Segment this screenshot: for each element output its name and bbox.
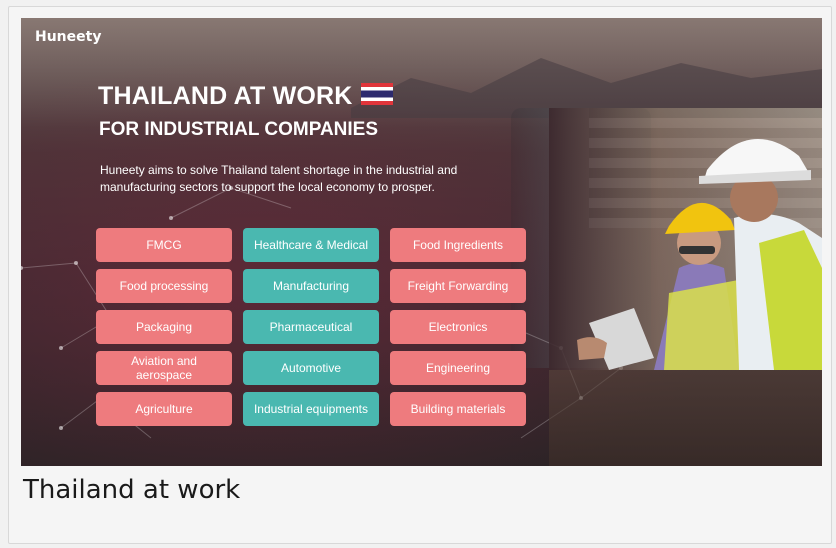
huneety-logo[interactable]: Huneety xyxy=(35,29,101,45)
factory-floor xyxy=(549,370,822,466)
subheadline: FOR INDUSTRIAL COMPANIES xyxy=(99,119,379,140)
industry-tag-packaging[interactable]: Packaging xyxy=(96,310,232,344)
industry-tag-food-ingredients[interactable]: Food Ingredients xyxy=(390,228,526,262)
engineers-photo xyxy=(549,108,822,370)
headline: THAILAND AT WORK xyxy=(98,82,393,111)
industry-tag-building-materials[interactable]: Building materials xyxy=(390,392,526,426)
industry-tag-freight-forwarding[interactable]: Freight Forwarding xyxy=(390,269,526,303)
workers-illustration xyxy=(577,138,822,370)
industry-tag-industrial-equipments[interactable]: Industrial equipments xyxy=(243,392,379,426)
industry-tag-engineering[interactable]: Engineering xyxy=(390,351,526,385)
industry-tag-grid: FMCG Healthcare & Medical Food Ingredien… xyxy=(96,228,526,426)
card-caption[interactable]: Thailand at work xyxy=(23,475,240,505)
industry-tag-electronics[interactable]: Electronics xyxy=(390,310,526,344)
thailand-flag-icon xyxy=(360,83,393,106)
industry-tag-healthcare-medical[interactable]: Healthcare & Medical xyxy=(243,228,379,262)
headline-text: THAILAND AT WORK xyxy=(98,82,353,110)
industry-tag-food-processing[interactable]: Food processing xyxy=(96,269,232,303)
thailand-at-work-banner[interactable]: Huneety THAILAND AT WORK FOR INDUSTRIAL … xyxy=(21,18,822,466)
description: Huneety aims to solve Thailand talent sh… xyxy=(100,163,458,194)
industry-tag-aviation-aerospace[interactable]: Aviation and aerospace xyxy=(96,351,232,385)
industry-tag-automotive[interactable]: Automotive xyxy=(243,351,379,385)
industry-tag-pharmaceutical[interactable]: Pharmaceutical xyxy=(243,310,379,344)
industry-tag-agriculture[interactable]: Agriculture xyxy=(96,392,232,426)
industry-tag-manufacturing[interactable]: Manufacturing xyxy=(243,269,379,303)
industry-tag-fmcg[interactable]: FMCG xyxy=(96,228,232,262)
